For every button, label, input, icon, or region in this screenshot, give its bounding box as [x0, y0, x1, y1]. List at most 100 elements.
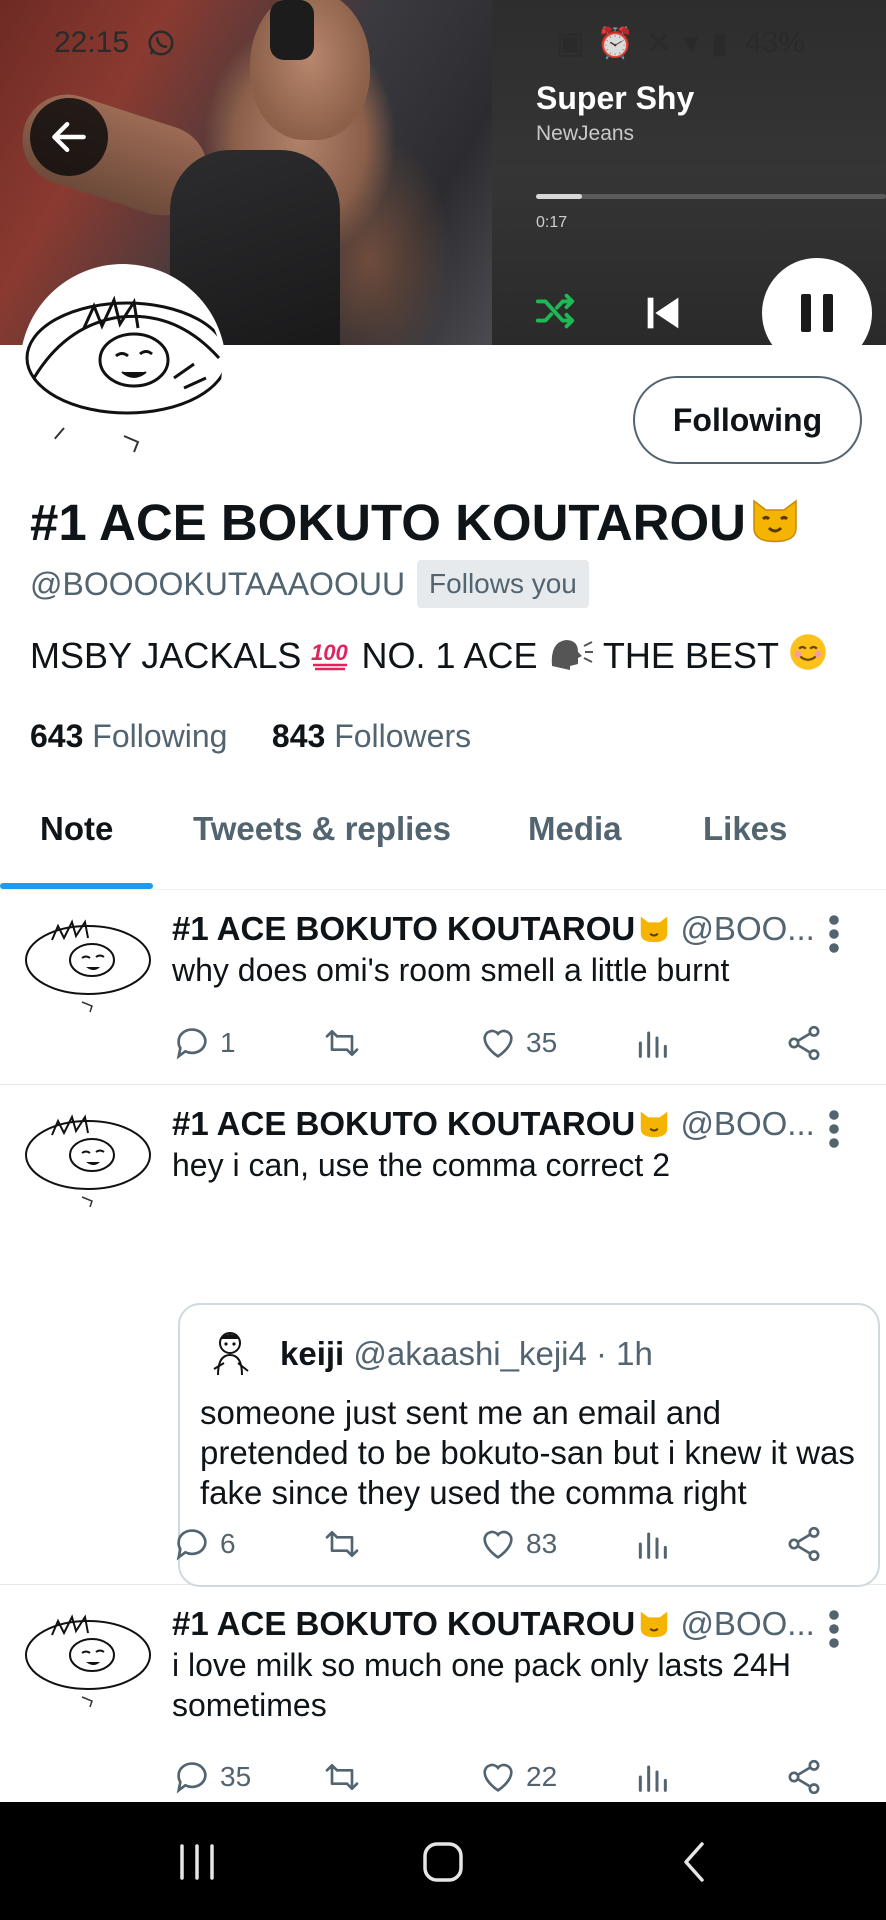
- tweet[interactable]: #1 ACE BOKUTO KOUTAROU @BOO... hey i can…: [0, 1085, 886, 1587]
- like-button[interactable]: 35: [478, 1021, 557, 1065]
- like-button[interactable]: 83: [478, 1522, 557, 1566]
- system-nav-bar: [0, 1802, 886, 1920]
- profile-avatar[interactable]: [20, 264, 226, 470]
- retweet-button[interactable]: [322, 1522, 370, 1566]
- cat-emoji-icon: [641, 1611, 668, 1638]
- analytics-button[interactable]: [632, 1522, 672, 1566]
- bio-text-1: MSBY JACKALS: [30, 635, 302, 676]
- reply-button[interactable]: 6: [172, 1522, 236, 1566]
- tweet-actions: 1 35: [172, 1021, 862, 1065]
- tweet[interactable]: #1 ACE BOKUTO KOUTAROU @BOO... i love mi…: [0, 1585, 886, 1802]
- quoted-tweet-header: keiji @akaashi_keji4 · 1h: [280, 1335, 653, 1373]
- tweet-author-handle: @BOO...: [680, 1605, 815, 1642]
- followers-stat[interactable]: 843 Followers: [272, 718, 471, 754]
- analytics-button[interactable]: [632, 1021, 672, 1065]
- reply-icon: [176, 1529, 207, 1561]
- tab-media[interactable]: Media: [528, 810, 622, 848]
- bio-text-2: NO. 1 ACE: [361, 635, 538, 676]
- active-tab-indicator: [0, 883, 153, 889]
- share-button[interactable]: [784, 1522, 824, 1566]
- like-count: 83: [526, 1528, 558, 1559]
- more-options-icon[interactable]: [826, 1109, 842, 1149]
- reply-count: 1: [220, 1027, 236, 1058]
- tweet-actions: 6 83: [172, 1522, 862, 1566]
- heart-icon: [483, 1763, 513, 1792]
- analytics-button[interactable]: [632, 1755, 672, 1799]
- profile-handle: @BOOOOKUTAAAOOUU: [30, 565, 406, 602]
- retweet-icon: [325, 1030, 359, 1056]
- status-icons: ▣ ⏰ ✕ ▾ ▮: [556, 27, 730, 60]
- tweet-avatar[interactable]: [22, 910, 154, 1020]
- hundred-points-emoji-icon: 100: [311, 640, 349, 671]
- follows-you-badge: Follows you: [417, 560, 589, 608]
- tab-tweets-replies[interactable]: Tweets & replies: [193, 810, 451, 848]
- share-icon: [788, 1526, 820, 1562]
- tweet[interactable]: #1 ACE BOKUTO KOUTAROU @BOO... why does …: [0, 890, 886, 1085]
- share-button[interactable]: [784, 1755, 824, 1799]
- tweet-header: #1 ACE BOKUTO KOUTAROU @BOO...: [172, 1605, 815, 1643]
- battery-percent: 43%: [745, 26, 806, 59]
- quoted-author-handle: @akaashi_keji4 · 1h: [353, 1335, 653, 1372]
- reply-button[interactable]: 1: [172, 1021, 236, 1065]
- reply-count: 6: [220, 1528, 236, 1559]
- music-artist: NewJeans: [536, 122, 635, 145]
- analytics-icon: [638, 1031, 667, 1058]
- music-title: Super Shy: [536, 80, 695, 116]
- recent-apps-icon[interactable]: [174, 1840, 220, 1884]
- like-button[interactable]: 22: [478, 1755, 557, 1799]
- retweet-button[interactable]: [322, 1755, 370, 1799]
- tweet-text: hey i can, use the comma correct 2: [172, 1147, 670, 1183]
- music-progress-bar[interactable]: [536, 194, 886, 199]
- whatsapp-icon: [148, 30, 174, 56]
- tweet-author-handle: @BOO...: [680, 1105, 815, 1142]
- cat-emoji-icon: [641, 1111, 668, 1138]
- home-icon[interactable]: [420, 1840, 466, 1884]
- like-count: 22: [526, 1761, 558, 1792]
- tweet-avatar[interactable]: [22, 1605, 154, 1715]
- shuffle-icon[interactable]: [532, 288, 578, 334]
- share-button[interactable]: [784, 1021, 824, 1065]
- tweet-header: #1 ACE BOKUTO KOUTAROU @BOO...: [172, 910, 815, 948]
- analytics-icon: [638, 1765, 667, 1792]
- cat-emoji-icon: [641, 916, 668, 943]
- reply-count: 35: [220, 1761, 252, 1792]
- tab-likes[interactable]: Likes: [703, 810, 787, 848]
- pause-icon: [801, 294, 811, 332]
- profile-tabs: Note Tweets & replies Media Likes: [0, 790, 886, 890]
- back-button[interactable]: [30, 98, 108, 176]
- more-options-icon[interactable]: [826, 1609, 842, 1649]
- tweet-author-name[interactable]: #1 ACE BOKUTO KOUTAROU: [172, 910, 635, 947]
- tweet-author-name[interactable]: #1 ACE BOKUTO KOUTAROU: [172, 1105, 635, 1142]
- more-options-icon[interactable]: [826, 914, 842, 954]
- svg-text:100: 100: [311, 640, 348, 665]
- tweet-avatar[interactable]: [22, 1105, 154, 1215]
- pause-button[interactable]: [762, 258, 872, 345]
- reply-icon: [176, 1762, 207, 1794]
- cat-emoji-icon: [753, 499, 797, 543]
- status-time: 22:15: [54, 26, 130, 59]
- status-bar: 22:15 ▣ ⏰ ✕ ▾ ▮ 43%: [0, 0, 886, 66]
- analytics-icon: [638, 1532, 667, 1559]
- quoted-tweet-avatar: [213, 1332, 249, 1376]
- share-icon: [788, 1759, 820, 1795]
- smiling-face-emoji-icon: [790, 634, 827, 670]
- previous-track-icon[interactable]: [640, 290, 686, 336]
- speaking-head-emoji-icon: [551, 640, 593, 670]
- tweet-author-name[interactable]: #1 ACE BOKUTO KOUTAROU: [172, 1605, 635, 1642]
- follow-stats: 643 Following 843 Followers: [30, 718, 471, 755]
- reply-icon: [176, 1028, 207, 1060]
- handle-row: @BOOOOKUTAAAOOUU Follows you: [30, 560, 589, 608]
- display-name-text: #1 ACE BOKUTO KOUTAROU: [30, 494, 746, 551]
- tweet-author-handle: @BOO...: [680, 910, 815, 947]
- following-stat[interactable]: 643 Following: [30, 718, 227, 754]
- retweet-button[interactable]: [322, 1021, 370, 1065]
- tweet-text: why does omi's room smell a little burnt: [172, 952, 730, 988]
- reply-button[interactable]: 35: [172, 1755, 251, 1799]
- tab-note[interactable]: Note: [40, 810, 113, 848]
- profile-display-name: #1 ACE BOKUTO KOUTAROU: [30, 492, 802, 552]
- back-nav-icon[interactable]: [672, 1840, 718, 1884]
- following-button[interactable]: Following: [633, 376, 862, 464]
- tweet-actions: 35 22: [172, 1755, 862, 1799]
- heart-icon: [483, 1530, 513, 1559]
- quoted-tweet-text: someone just sent me an email and preten…: [200, 1394, 855, 1511]
